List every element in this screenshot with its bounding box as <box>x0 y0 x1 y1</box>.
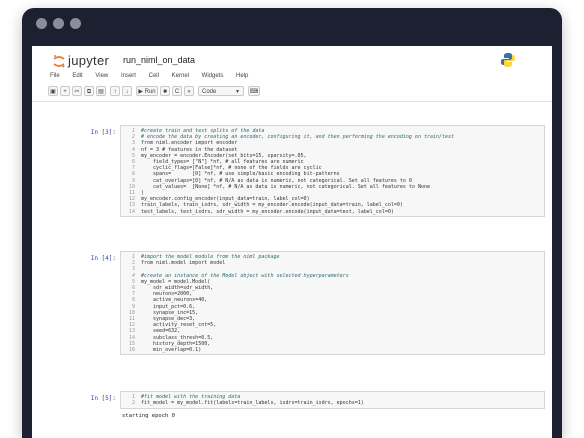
menu-file[interactable]: File <box>50 73 60 79</box>
code-cell-1[interactable]: 1 #create train and test splits of the da… <box>120 125 545 217</box>
menu-insert[interactable]: Insert <box>121 73 136 79</box>
jupyter-wordmark[interactable]: jupyter <box>68 53 109 68</box>
code-text: history_depth=1500, <box>141 340 211 347</box>
menu-bar: File Edit View Insert Cell Kernel Widget… <box>50 73 259 85</box>
fast-forward-icon[interactable]: » <box>184 86 194 96</box>
code-line: 16 min_overlap=0.1) <box>121 347 544 353</box>
code-text: # encode the data by creating an encoder… <box>141 134 455 141</box>
cut-icon[interactable]: ✂ <box>72 86 82 96</box>
code-text: seed=632, <box>141 328 181 335</box>
code-cell-3[interactable]: 1 #fit model with the training data 2 fit_m… <box>120 391 545 409</box>
code-text: active_neurons=40, <box>141 297 208 304</box>
jupyter-header: jupyter run_niml_on_data <box>32 46 552 72</box>
code-text: synapse_inc=15, <box>141 309 199 316</box>
code-text: test_labels, test_isdrs, sdr_width = my_… <box>141 208 394 215</box>
line-number: 2 <box>131 400 135 407</box>
menu-help[interactable]: Help <box>236 73 248 79</box>
app-window: jupyter run_niml_on_data File Edit View … <box>22 8 562 438</box>
code-text: min_overlap=0.1) <box>141 347 202 354</box>
add-cell-icon[interactable]: + <box>60 86 70 96</box>
code-text: my_model = model.Model( <box>141 278 211 285</box>
cell-prompt-3: In [5]: <box>90 395 116 402</box>
menu-cell[interactable]: Cell <box>149 73 159 79</box>
code-text: cat_values= [None] *nf, # N/A as data is… <box>141 183 430 190</box>
notebook-page: jupyter run_niml_on_data File Edit View … <box>32 46 552 438</box>
cell-type-select[interactable]: Code ▼ <box>198 86 244 96</box>
code-text: my_encoder.config_encoder(input_data=tra… <box>141 196 310 203</box>
restart-icon[interactable]: C <box>172 86 182 96</box>
code-text: synapse_dec=3, <box>141 316 196 323</box>
code-text: my_encoder = encoder.Encoder(set_bits=15… <box>141 152 307 159</box>
code-text: fit_model = my_model.fit(labels=train_la… <box>141 400 364 407</box>
code-text: subclass_thresh=0.5, <box>141 334 214 341</box>
code-text: activity_reset_cnt=5, <box>141 322 217 329</box>
chevron-down-icon: ▼ <box>235 89 240 95</box>
jupyter-logo-icon[interactable] <box>52 54 66 68</box>
move-up-icon[interactable]: ↑ <box>110 86 120 96</box>
copy-icon[interactable]: ⧉ <box>84 86 94 96</box>
code-text: cyclic_flags=[False]*nf, # none of the f… <box>141 165 322 172</box>
code-text: nf = 3 # features in the dataset <box>141 146 238 153</box>
save-icon[interactable]: ▣ <box>48 86 58 96</box>
code-text: #import the model module from the niml p… <box>141 254 280 260</box>
menu-kernel[interactable]: Kernel <box>172 73 189 79</box>
header-divider <box>32 101 552 102</box>
code-text: #create an instance of the Model object … <box>141 272 349 279</box>
code-text: input_pct=0.6, <box>141 303 196 310</box>
code-text: spans= [0] *nf, # use simple/basic encod… <box>141 171 340 178</box>
run-button[interactable]: ▶ Run <box>136 86 158 96</box>
code-line: 14 test_labels, test_isdrs, sdr_width = m… <box>121 209 544 215</box>
code-text: #fit model with the training data <box>141 394 241 400</box>
python-logo-icon <box>501 53 515 67</box>
code-text: from niml.encoder import encoder <box>141 140 238 147</box>
code-text: neurons=2000, <box>141 291 193 298</box>
code-text: #create train and test splits of the dat… <box>141 128 265 134</box>
line-number: 16 <box>128 347 135 354</box>
code-text: train_labels, train_isdrs, sdr_width = m… <box>141 202 403 209</box>
maximize-window-dot[interactable] <box>70 18 81 29</box>
stop-icon[interactable]: ■ <box>160 86 170 96</box>
code-text: field_types= ["N"] *nf, # all features a… <box>141 159 304 166</box>
title-bar <box>22 8 562 38</box>
cell-prompt-2: In [4]: <box>90 255 116 262</box>
menu-view[interactable]: View <box>95 73 108 79</box>
code-line: 2 fit_model = my_model.fit(labels=train_l… <box>121 400 544 406</box>
code-text: from niml.model import model <box>141 260 226 267</box>
cell-prompt-1: In [3]: <box>90 129 116 136</box>
paste-icon[interactable]: ▤ <box>96 86 106 96</box>
cell-type-value: Code <box>202 89 217 95</box>
menu-edit[interactable]: Edit <box>72 73 82 79</box>
notebook-title[interactable]: run_niml_on_data <box>123 55 195 65</box>
minimize-window-dot[interactable] <box>53 18 64 29</box>
menu-widgets[interactable]: Widgets <box>202 73 224 79</box>
code-text: ) <box>141 190 145 197</box>
code-cell-2[interactable]: 1 #import the model module from the niml … <box>120 251 545 355</box>
keyboard-icon[interactable]: ⌨ <box>248 86 260 96</box>
code-text: cat_overlaps=[0] *nf, # N/A as data is n… <box>141 177 412 184</box>
close-window-dot[interactable] <box>36 18 47 29</box>
move-down-icon[interactable]: ↓ <box>122 86 132 96</box>
cell-output-3: starting epoch 0 <box>122 413 175 419</box>
line-number: 14 <box>128 208 135 215</box>
code-text: sdr_width=sdr_width, <box>141 285 214 292</box>
